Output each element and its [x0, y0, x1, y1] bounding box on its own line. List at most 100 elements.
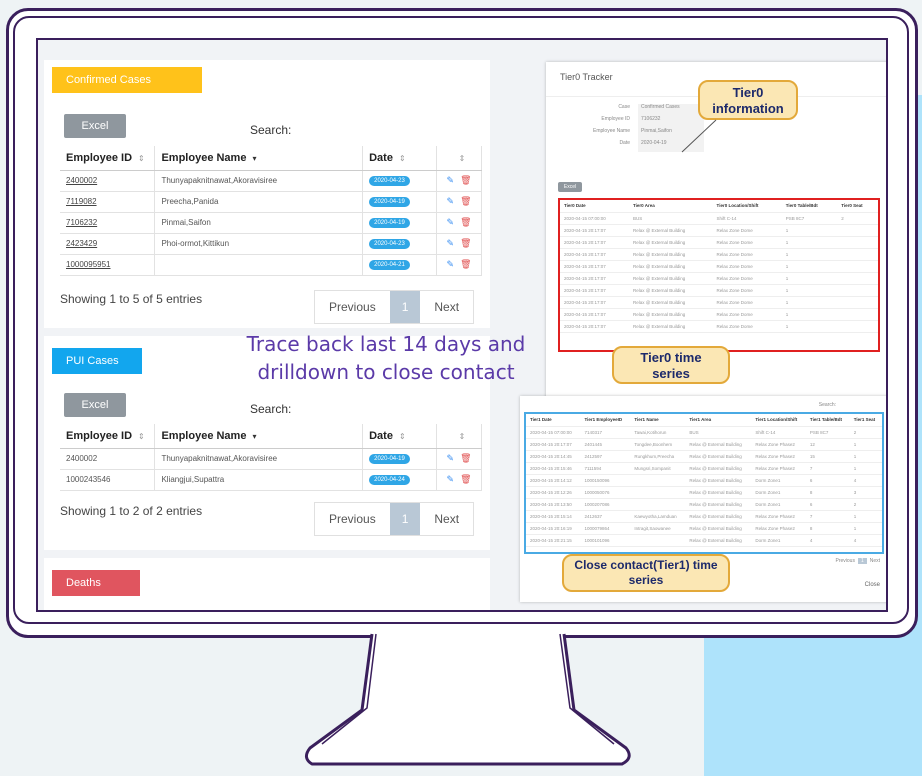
employee-id-link[interactable]: 2423429 [66, 239, 97, 248]
employee-id-link[interactable]: 2400002 [66, 176, 97, 185]
col-label: Employee ID [66, 151, 133, 164]
search-label: Search: [250, 123, 292, 137]
sort-icon: ⇕ [138, 153, 145, 163]
table-cell: 1 [781, 260, 838, 273]
previous-button[interactable]: Previous [315, 503, 390, 535]
tier0-time-series-callout: Tier0 time series [612, 346, 730, 384]
deaths-tag[interactable]: Deaths [52, 570, 140, 596]
col-label: Date [369, 151, 393, 164]
delete-icon[interactable]: 🗑 [460, 217, 471, 227]
previous-button[interactable]: Previous [315, 291, 390, 323]
col-header[interactable]: Tier1 Area [685, 414, 752, 427]
employee-id-link[interactable]: 1000095951 [66, 260, 111, 269]
col-header[interactable]: Tier1 Table/Bdt [805, 414, 850, 427]
table-cell: 1 [781, 320, 838, 333]
edit-icon[interactable]: ✎ [447, 196, 455, 206]
col-employee-id[interactable]: Employee ID ⇕ [60, 146, 156, 171]
col-header[interactable]: Tier1 Name [630, 414, 686, 427]
delete-icon[interactable]: 🗑 [460, 453, 471, 463]
table-cell: 2020-04-15 20:17:07 [560, 260, 629, 273]
table-row: 2020-04-15 20:16:19 1000079864 Intragit,Sa… [526, 522, 882, 535]
table-cell: Relax Zone Phase2 [751, 522, 806, 535]
col-header[interactable]: Tier1 Date [526, 414, 581, 427]
table-row: 2020-04-15 20:15:46 7111594 Mungsri,Sompan… [526, 462, 882, 475]
table-cell: Relax Zone Dome [712, 272, 782, 285]
excel-button[interactable]: Excel [558, 182, 582, 192]
col-date[interactable]: Date ⇕ [362, 424, 438, 449]
col-header[interactable]: Tier1 Location/Shift [751, 414, 806, 427]
table-cell: 1 [781, 308, 838, 321]
table-cell: 2020-04-15 20:15:14 [526, 510, 581, 523]
table-cell: Relax @ External Building [685, 450, 752, 463]
table-cell: 1 [781, 284, 838, 297]
page-1-button[interactable]: 1 [389, 291, 421, 323]
pui-cases-tag[interactable]: PUI Cases [52, 348, 142, 374]
delete-icon[interactable]: 🗑 [460, 238, 471, 248]
next-button[interactable]: Next [420, 291, 473, 323]
confirmed-cases-panel: Confirmed Cases Excel Search: Employee I… [44, 60, 490, 328]
table-cell [630, 498, 686, 511]
table-cell [837, 248, 878, 261]
employee-id-link[interactable]: 7119082 [66, 197, 97, 206]
col-header[interactable]: Tier0 Location/Shift [712, 200, 782, 213]
table-cell: 4 [849, 534, 882, 547]
table-cell: 1000101096 [580, 534, 631, 547]
excel-button[interactable]: Excel [64, 114, 126, 138]
next-button[interactable]: Next [420, 503, 473, 535]
table-row: 2020-04-15 20:13:50 1000207086 Relax @ Ext… [526, 498, 882, 511]
confirmed-cases-tag[interactable]: Confirmed Cases [52, 67, 202, 93]
page-1-button[interactable]: 1 [389, 503, 421, 535]
delete-icon[interactable]: 🗑 [460, 259, 471, 269]
sort-icon: ⇕ [458, 431, 466, 441]
table-cell: Relax @ External Building [685, 486, 752, 499]
col-actions[interactable]: ⇕ [436, 146, 482, 171]
table-row: 2020-04-15 20:17:07 Relax @ External Buil… [560, 308, 878, 321]
table-cell: 1000207086 [580, 498, 631, 511]
excel-button[interactable]: Excel [64, 393, 126, 417]
previous-button[interactable]: Previous [835, 558, 854, 564]
edit-icon[interactable]: ✎ [447, 238, 455, 248]
field-label: Case [618, 104, 630, 110]
col-employee-id[interactable]: Employee ID ⇕ [60, 424, 156, 449]
edit-icon[interactable]: ✎ [447, 474, 455, 484]
table-cell: Kaewyotha,Lamduan [630, 510, 686, 523]
table-row: 2020-04-15 20:15:14 2412637 Kaewyotha,Lamd… [526, 510, 882, 523]
edit-icon[interactable]: ✎ [447, 175, 455, 185]
col-header[interactable]: Tier1 Seat [849, 414, 882, 427]
col-date[interactable]: Date ⇕ [362, 146, 438, 171]
col-employee-name[interactable]: Employee Name ▾ [154, 146, 364, 171]
col-header[interactable]: Tier0 Date [560, 200, 629, 213]
col-employee-name[interactable]: Employee Name ▾ [154, 424, 364, 449]
table-cell: BUS [628, 212, 713, 225]
delete-icon[interactable]: 🗑 [460, 474, 471, 484]
col-actions[interactable]: ⇕ [436, 424, 482, 449]
delete-icon[interactable]: 🗑 [460, 175, 471, 185]
col-header[interactable]: Tier0 Table/Bdt [781, 200, 838, 213]
table-cell: 6 [805, 474, 850, 487]
table-cell: Dorm Zone1 [751, 474, 806, 487]
employee-id-link[interactable]: 7106232 [66, 218, 97, 227]
table-cell [837, 296, 878, 309]
edit-icon[interactable]: ✎ [447, 217, 455, 227]
showing-entries: Showing 1 to 5 of 5 entries [60, 292, 203, 306]
table-cell: 2020-04-15 20:17:07 [560, 296, 629, 309]
page-1-button[interactable]: 1 [857, 558, 867, 564]
date-badge: 2020-04-21 [369, 260, 410, 270]
delete-icon[interactable]: 🗑 [460, 196, 471, 206]
employee-name [154, 254, 364, 276]
employee-name: Thunyapaknitnawat,Akoravisiree [154, 448, 364, 470]
next-button[interactable]: Next [870, 558, 880, 564]
col-header[interactable]: Tier0 Seat [837, 200, 878, 213]
col-header[interactable]: Tier0 Area [628, 200, 713, 213]
employee-id[interactable]: 1000243546 [60, 469, 156, 491]
table-cell: Relax Zone Phase2 [751, 462, 806, 475]
close-button[interactable]: Close [865, 582, 880, 588]
table-cell [630, 474, 686, 487]
employee-name: Kliangjui,Supattra [154, 469, 364, 491]
table-cell: Relax @ External Building [685, 462, 752, 475]
col-header[interactable]: Tier1 EmployeeID [580, 414, 631, 427]
sort-icon: ⇕ [398, 431, 406, 441]
employee-id[interactable]: 2400002 [60, 448, 156, 470]
edit-icon[interactable]: ✎ [447, 453, 455, 463]
edit-icon[interactable]: ✎ [447, 259, 455, 269]
